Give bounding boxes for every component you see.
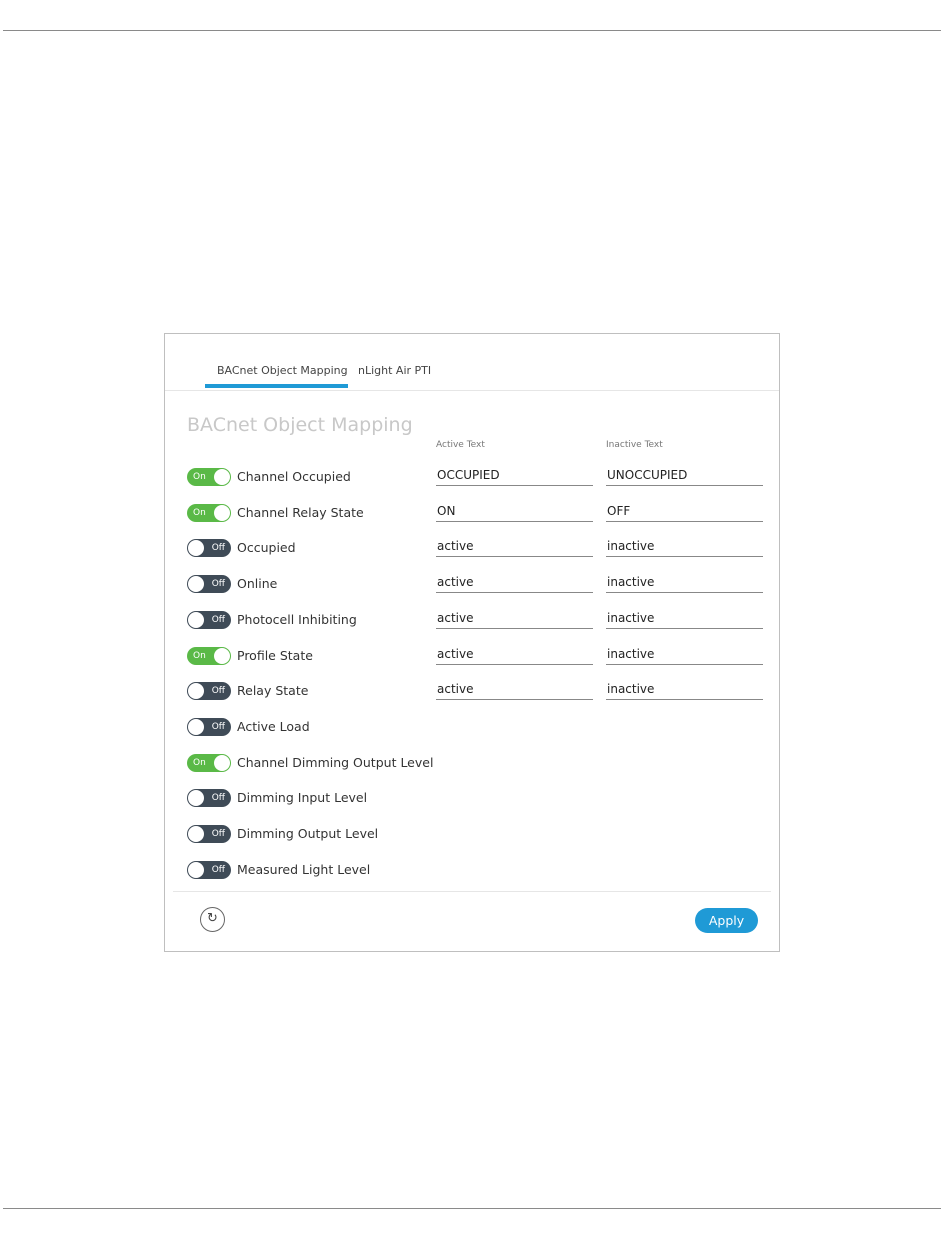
active-text-field[interactable]: active	[436, 610, 593, 629]
mapping-row: Off Dimming Output Level	[187, 823, 767, 845]
toggle-switch[interactable]: Off	[187, 860, 231, 879]
refresh-button[interactable]: ↻	[200, 907, 225, 932]
active-text-field[interactable]: OCCUPIED	[436, 467, 593, 486]
toggle-knob	[188, 683, 204, 700]
footer-divider	[173, 891, 771, 892]
toggle-switch[interactable]: Off	[187, 539, 231, 558]
section-title: BACnet Object Mapping	[187, 414, 413, 436]
row-label: Dimming Input Level	[237, 790, 368, 806]
row-label: Channel Relay State	[237, 504, 364, 520]
apply-button[interactable]: Apply	[695, 908, 758, 933]
inactive-text-field[interactable]: inactive	[606, 610, 763, 629]
mapping-row: On Channel Dimming Output Level	[187, 752, 767, 774]
mapping-row: On Channel Occupied OCCUPIED UNOCCUPIED	[187, 466, 767, 488]
toggle-state-label: Off	[211, 686, 225, 697]
mapping-row: Off Active Load	[187, 716, 767, 738]
active-text-field[interactable]: active	[436, 574, 593, 594]
tab-nlight-air-pti[interactable]: nLight Air PTI	[358, 364, 431, 377]
active-text-field[interactable]: active	[436, 646, 593, 665]
toggle-knob	[188, 576, 204, 593]
row-label: Dimming Output Level	[237, 826, 379, 841]
row-label: Channel Dimming Output Level	[237, 754, 434, 770]
toggle-knob	[188, 826, 204, 842]
inactive-text-field[interactable]: inactive	[606, 574, 763, 594]
toggle-knob	[188, 611, 204, 628]
inactive-text-field[interactable]: inactive	[606, 681, 763, 701]
tab-bar: BACnet Object Mapping nLight Air PTI	[165, 334, 779, 391]
row-label: Photocell Inhibiting	[237, 611, 357, 627]
mapping-row: Off Online active inactive	[187, 573, 767, 595]
mapping-row: On Channel Relay State ON OFF	[187, 502, 767, 524]
toggle-switch[interactable]: Off	[187, 682, 231, 701]
active-text-field[interactable]: ON	[436, 503, 593, 522]
active-text-field[interactable]: active	[436, 538, 593, 558]
row-label: Profile State	[237, 647, 313, 663]
inactive-text-field[interactable]: OFF	[606, 503, 763, 522]
settings-panel: BACnet Object Mapping nLight Air PTI BAC…	[164, 333, 780, 952]
mapping-row: Off Dimming Input Level	[187, 787, 767, 809]
toggle-switch[interactable]: On	[187, 753, 231, 772]
mapping-row: Off Measured Light Level	[187, 859, 767, 881]
toggle-state-label: On	[193, 757, 206, 768]
toggle-state-label: Off	[211, 864, 225, 875]
toggle-state-label: Off	[211, 793, 225, 804]
toggle-state-label: On	[193, 472, 206, 482]
bottom-rule	[3, 1208, 941, 1209]
toggle-switch[interactable]: Off	[187, 825, 231, 843]
mapping-row: Off Occupied active inactive	[187, 537, 767, 559]
row-label: Occupied	[237, 540, 296, 556]
toggle-knob	[214, 469, 230, 485]
toggle-state-label: Off	[211, 721, 225, 732]
toggle-knob	[188, 718, 204, 735]
inactive-text-field[interactable]: inactive	[606, 646, 763, 665]
toggle-switch[interactable]: On	[187, 646, 231, 665]
mapping-row: On Profile State active inactive	[187, 645, 767, 667]
row-label: Measured Light Level	[237, 861, 371, 877]
inactive-text-field[interactable]: inactive	[606, 538, 763, 558]
active-text-field[interactable]: active	[436, 681, 593, 701]
toggle-switch[interactable]: Off	[187, 575, 231, 594]
toggle-state-label: Off	[211, 543, 225, 554]
toggle-knob	[188, 540, 204, 557]
toggle-state-label: On	[193, 650, 206, 661]
toggle-knob	[188, 861, 204, 878]
inactive-text-header: Inactive Text	[606, 440, 663, 450]
active-text-header: Active Text	[436, 440, 485, 450]
toggle-state-label: Off	[211, 579, 225, 590]
toggle-knob	[214, 504, 230, 521]
toggle-switch[interactable]: Off	[187, 717, 231, 736]
mapping-row: Off Photocell Inhibiting active inactive	[187, 609, 767, 631]
toggle-switch[interactable]: On	[187, 503, 231, 522]
toggle-switch[interactable]: On	[187, 468, 231, 486]
toggle-state-label: On	[193, 507, 206, 518]
refresh-icon: ↻	[207, 911, 218, 926]
toggle-switch[interactable]: Off	[187, 789, 231, 808]
toggle-state-label: Off	[211, 829, 225, 839]
row-label: Online	[237, 576, 278, 592]
row-label: Active Load	[237, 718, 310, 734]
mapping-row: Off Relay State active inactive	[187, 680, 767, 702]
toggle-state-label: Off	[211, 614, 225, 625]
toggle-knob	[214, 647, 230, 664]
active-tab-indicator	[205, 384, 348, 388]
toggle-knob	[214, 754, 230, 771]
row-label: Relay State	[237, 683, 309, 699]
inactive-text-field[interactable]: UNOCCUPIED	[606, 467, 763, 486]
tab-bacnet-object-mapping[interactable]: BACnet Object Mapping	[217, 364, 348, 377]
toggle-switch[interactable]: Off	[187, 610, 231, 629]
toggle-knob	[188, 790, 204, 807]
top-rule	[3, 30, 941, 31]
row-label: Channel Occupied	[237, 469, 351, 484]
